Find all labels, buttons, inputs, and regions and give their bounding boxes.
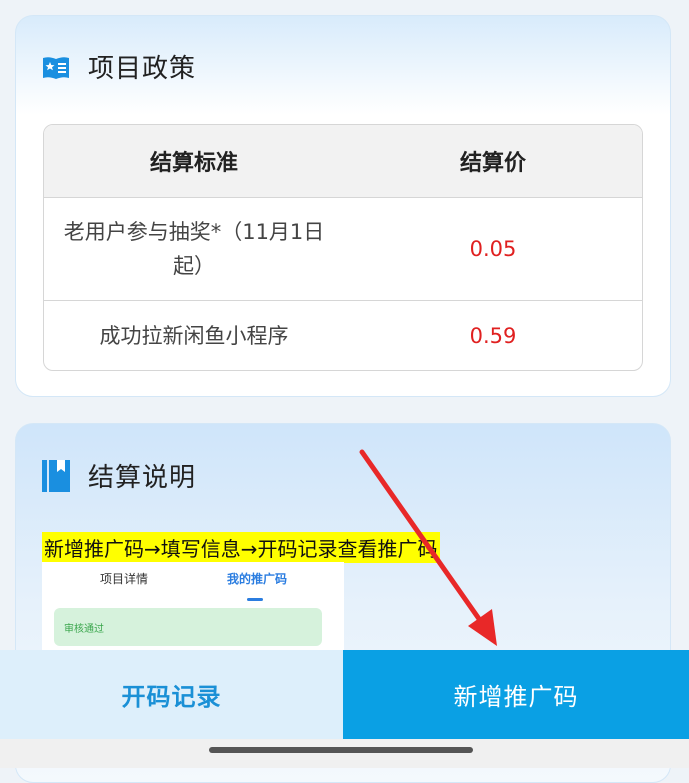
add-promo-code-button[interactable]: 新增推广码 — [343, 650, 689, 739]
policy-book-icon — [43, 56, 69, 79]
table-row: 老用户参与抽奖*（11月1日起） 0.05 — [44, 198, 642, 301]
preview-status-box: 审核通过 — [54, 608, 322, 646]
settlement-instruction: 新增推广码→填写信息→开码记录查看推广码 — [42, 532, 440, 563]
policy-card: 项目政策 结算标准 结算价 老用户参与抽奖*（11月1日起） 0.05 成功拉新… — [15, 15, 671, 397]
system-nav-area — [0, 739, 689, 768]
table-row: 成功拉新闲鱼小程序 0.59 — [44, 301, 642, 370]
bookmark-book-icon — [42, 459, 70, 492]
preview-tab-my-codes: 我的推广码 — [227, 572, 288, 586]
row-price: 0.05 — [469, 237, 517, 261]
row-standard: 老用户参与抽奖*（11月1日起） — [63, 220, 325, 278]
preview-tab-underline — [247, 598, 263, 601]
policy-table: 结算标准 结算价 老用户参与抽奖*（11月1日起） 0.05 成功拉新闲鱼小程序… — [43, 124, 643, 371]
policy-title: 项目政策 — [88, 54, 197, 84]
settlement-title: 结算说明 — [88, 463, 197, 493]
table-header-row: 结算标准 结算价 — [44, 125, 642, 198]
header-price: 结算价 — [459, 151, 526, 176]
preview-tab-detail: 项目详情 — [100, 572, 149, 586]
row-standard: 成功拉新闲鱼小程序 — [99, 324, 289, 348]
settlement-header: 结算说明 — [42, 457, 196, 494]
bottom-action-bar: 开码记录 新增推广码 — [0, 650, 689, 739]
home-indicator[interactable] — [209, 747, 473, 753]
header-standard: 结算标准 — [149, 151, 238, 176]
preview-status-text: 审核通过 — [64, 624, 104, 635]
row-price: 0.59 — [469, 324, 517, 348]
open-code-records-button[interactable]: 开码记录 — [0, 650, 343, 739]
policy-header: 项目政策 — [42, 48, 196, 85]
